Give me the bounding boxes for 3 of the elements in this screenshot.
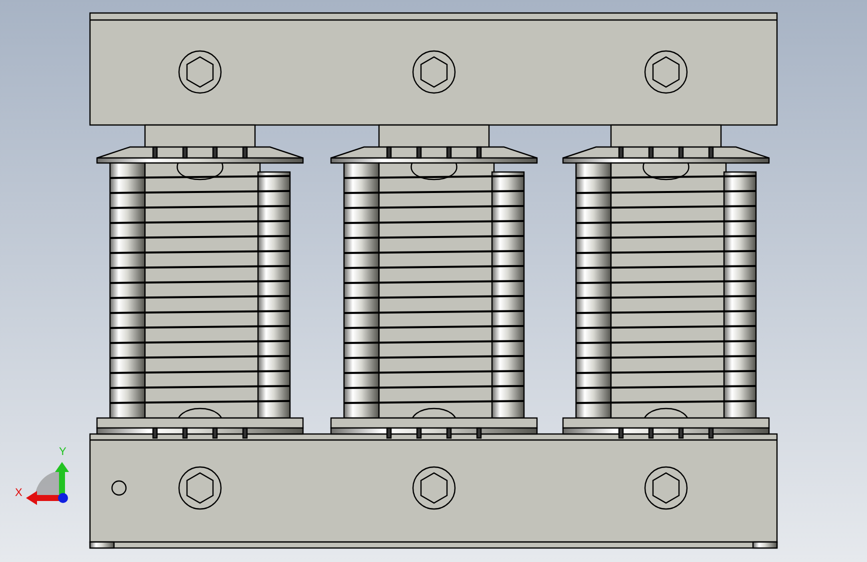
x-axis-label: X: [15, 487, 22, 499]
axis-triad-icon: [26, 462, 69, 505]
y-axis-label: Y: [59, 446, 66, 458]
